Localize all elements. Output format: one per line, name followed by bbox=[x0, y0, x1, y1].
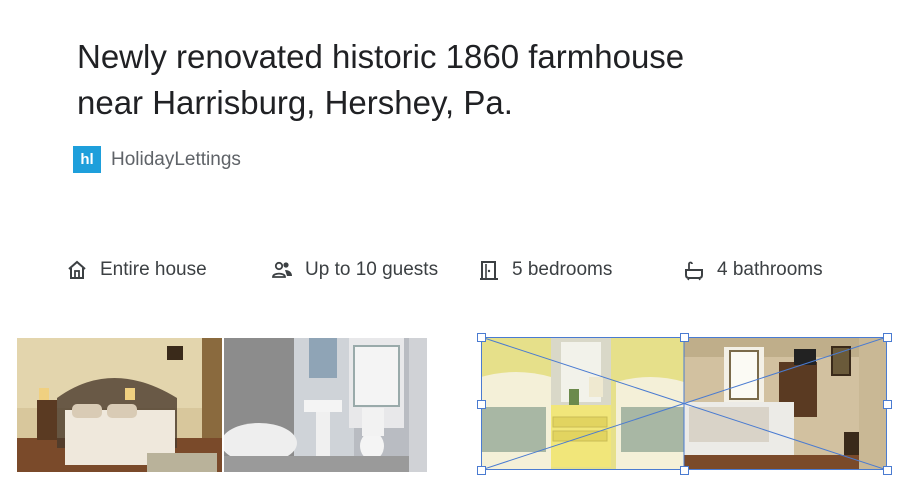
bathtub-icon bbox=[685, 261, 703, 281]
feature-label: 4 bathrooms bbox=[717, 259, 823, 280]
feature-property-type: Entire house bbox=[66, 259, 207, 281]
listing-title: Newly renovated historic 1860 farmhouse … bbox=[77, 34, 857, 126]
resize-handle-bottom-middle[interactable] bbox=[680, 466, 689, 475]
resize-handle-top-left[interactable] bbox=[477, 333, 486, 342]
title-line-2: near Harrisburg, Hershey, Pa. bbox=[77, 84, 513, 121]
feature-bathrooms: 4 bathrooms bbox=[683, 259, 823, 281]
resize-handle-middle-left[interactable] bbox=[477, 400, 486, 409]
photo-bathroom[interactable] bbox=[224, 338, 427, 472]
provider-name: HolidayLettings bbox=[111, 148, 241, 170]
house-icon bbox=[68, 260, 86, 279]
feature-label: Entire house bbox=[100, 259, 207, 280]
feature-label: 5 bedrooms bbox=[512, 259, 613, 280]
yellow-bedroom-photo-image bbox=[481, 337, 684, 470]
resize-handle-bottom-right[interactable] bbox=[883, 466, 892, 475]
bathroom-photo-image bbox=[224, 338, 427, 472]
photo-yellow-bedroom[interactable] bbox=[481, 337, 684, 470]
resize-handle-top-right[interactable] bbox=[883, 333, 892, 342]
guests-icon bbox=[272, 261, 292, 278]
provider-link[interactable]: hl HolidayLettings bbox=[73, 146, 241, 173]
resize-handle-top-middle[interactable] bbox=[680, 333, 689, 342]
feature-guests: Up to 10 guests bbox=[271, 259, 438, 281]
bedroom-photo-image bbox=[17, 338, 222, 472]
holidaylettings-logo-icon: hl bbox=[73, 146, 101, 173]
photo-bedroom-window[interactable] bbox=[684, 337, 887, 470]
photo-bedroom-iron-bed[interactable] bbox=[17, 338, 222, 472]
window-bedroom-photo-image bbox=[684, 337, 887, 470]
resize-handle-middle-right[interactable] bbox=[883, 400, 892, 409]
resize-handle-bottom-left[interactable] bbox=[477, 466, 486, 475]
door-icon bbox=[480, 261, 498, 280]
feature-label: Up to 10 guests bbox=[305, 259, 439, 280]
feature-bedrooms: 5 bedrooms bbox=[478, 259, 612, 281]
title-line-1: Newly renovated historic 1860 farmhouse bbox=[77, 38, 685, 75]
